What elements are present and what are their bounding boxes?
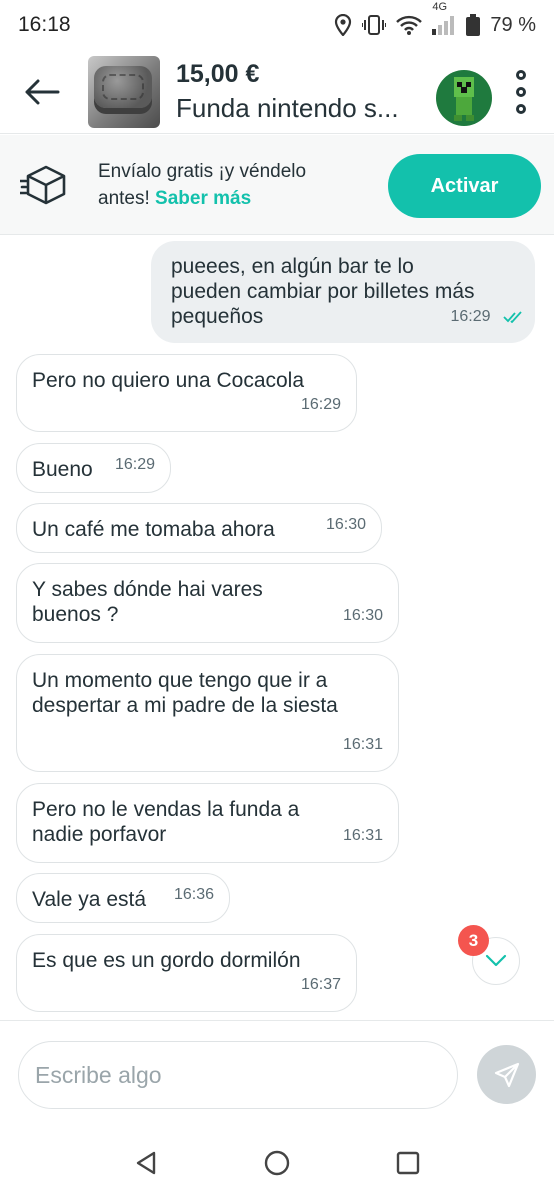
message-text: Y sabes dónde hai vares buenos ? <box>32 578 263 626</box>
message-time: 16:36 <box>173 886 214 903</box>
message-text: Un café me tomaba ahora <box>32 518 275 541</box>
box-shipping-icon <box>20 165 66 204</box>
nav-recents-icon[interactable] <box>396 1151 420 1175</box>
network-type: 4G <box>432 1 448 13</box>
vibrate-icon <box>362 15 387 35</box>
message-text: Un momento que tengo que ir a despertar … <box>32 669 338 717</box>
message-text: Pero no le vendas la funda a nadie porfa… <box>32 798 300 846</box>
nav-home-icon[interactable] <box>263 1149 291 1177</box>
signal-icon: 4G <box>432 1 456 35</box>
message-time: 16:29 <box>300 396 341 413</box>
chat-header: 15,00 € Funda nintendo s... <box>0 50 554 134</box>
product-price: 15,00 € <box>176 59 260 88</box>
promo-text: Envíalo gratis ¡y véndelo antes! Saber m… <box>98 158 348 212</box>
message-bubble-outgoing[interactable]: pueees, en algún bar te lo pueden cambia… <box>151 241 535 343</box>
message-bubble-incoming[interactable]: Un momento que tengo que ir a despertar … <box>16 654 399 772</box>
shipping-promo-banner: Envíalo gratis ¡y véndelo antes! Saber m… <box>0 135 554 235</box>
message-bubble-incoming[interactable]: Vale ya está 16:36 <box>16 873 230 923</box>
chevron-down-icon <box>485 954 507 967</box>
battery-icon <box>466 14 481 36</box>
product-thumbnail[interactable] <box>88 55 160 128</box>
nav-back-icon[interactable] <box>134 1150 158 1176</box>
product-info[interactable]: 15,00 € Funda nintendo s... <box>176 60 399 124</box>
message-bubble-incoming[interactable]: Pero no quiero una Cocacola 16:29 <box>16 354 357 432</box>
message-time: 16:37 <box>300 976 341 993</box>
message-time: 16:30 <box>325 516 366 533</box>
message-bubble-incoming[interactable]: Es que es un gordo dormilón 16:37 <box>16 934 357 1012</box>
send-icon <box>494 1062 519 1087</box>
message-time: 16:29 <box>114 456 155 473</box>
status-icons: 4G 79 % <box>334 1 536 37</box>
message-text: Es que es un gordo dormilón <box>32 949 301 972</box>
message-time: 16:30 <box>342 607 383 624</box>
message-bubble-incoming[interactable]: Y sabes dónde hai vares buenos ? 16:30 <box>16 563 399 643</box>
message-bubble-incoming[interactable]: Bueno 16:29 <box>16 443 171 493</box>
message-time: 16:31 <box>342 736 383 753</box>
message-time: 16:29 <box>451 304 524 329</box>
status-bar: 16:18 4G 79 % <box>0 0 554 50</box>
status-time: 16:18 <box>18 13 71 36</box>
back-button[interactable] <box>22 72 62 112</box>
message-time: 16:31 <box>342 827 383 844</box>
unread-count-badge: 3 <box>458 925 489 956</box>
wifi-icon <box>396 15 423 35</box>
battery-percent: 79 % <box>490 13 536 36</box>
back-arrow-icon <box>25 79 60 104</box>
double-check-icon <box>503 311 522 323</box>
message-composer <box>0 1020 554 1120</box>
message-bubble-incoming[interactable]: Un café me tomaba ahora 16:30 <box>16 503 382 553</box>
message-bubble-incoming[interactable]: Pero no le vendas la funda a nadie porfa… <box>16 783 399 863</box>
more-vert-icon <box>516 70 526 80</box>
system-navigation-bar <box>0 1125 554 1200</box>
message-text: Pero no quiero una Cocacola <box>32 369 305 392</box>
promo-learn-more-link[interactable]: Saber más <box>155 188 251 209</box>
product-title: Funda nintendo s... <box>176 92 399 123</box>
activate-button[interactable]: Activar <box>388 154 541 218</box>
message-input[interactable] <box>18 1041 458 1109</box>
send-button[interactable] <box>477 1045 536 1104</box>
more-options-button[interactable] <box>512 70 530 114</box>
location-icon <box>335 14 352 36</box>
user-avatar[interactable] <box>436 70 492 126</box>
